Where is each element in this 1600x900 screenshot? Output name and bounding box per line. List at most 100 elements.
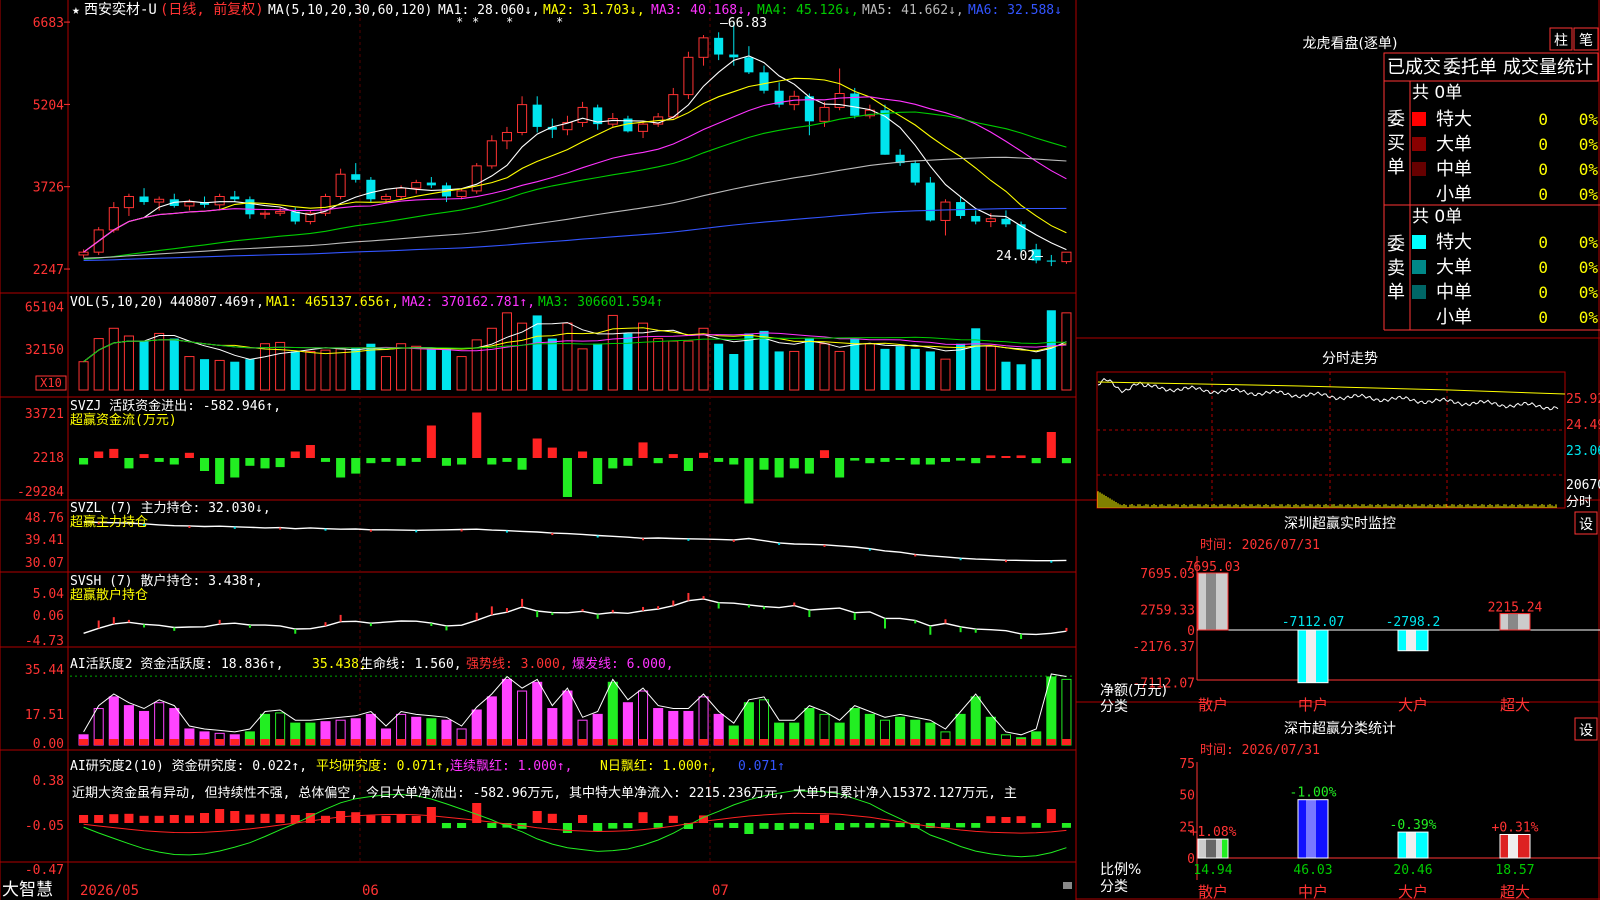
flow-bar xyxy=(759,458,769,470)
life-bar xyxy=(714,739,724,745)
life-bar xyxy=(547,739,557,745)
flow-bar xyxy=(729,458,739,465)
research-bar xyxy=(396,814,406,823)
y-tick: 5.04 xyxy=(33,587,64,602)
research-v2: 平均研究度: 0.071↑, xyxy=(316,758,451,774)
volume-bar-down xyxy=(169,338,179,390)
intraday-title: 分时走势 xyxy=(1322,351,1378,367)
cls-value: 14.94 xyxy=(1193,863,1232,878)
flow-bar xyxy=(623,458,633,466)
flow-bar xyxy=(804,458,814,474)
sz-title: 深圳超赢实时监控 xyxy=(1284,515,1396,532)
volume-bar-down xyxy=(623,333,633,390)
ma-value: MA3: 40.168↓, xyxy=(651,3,753,18)
y-tick: 0.38 xyxy=(33,774,64,789)
life-bar xyxy=(532,739,542,745)
volume-bar-down xyxy=(532,315,542,390)
flow-bar xyxy=(668,454,678,458)
life-bar xyxy=(305,739,315,745)
flow-bar xyxy=(457,458,467,465)
svzl-line xyxy=(83,521,1067,562)
volume-bar-up xyxy=(683,340,694,391)
volume-bar-up xyxy=(411,345,422,391)
flow-bar xyxy=(79,458,89,465)
research-bar xyxy=(1031,823,1041,828)
flow-bar xyxy=(487,458,497,465)
research-bar xyxy=(79,815,89,823)
candle-down xyxy=(366,179,376,200)
candle-up xyxy=(335,173,346,197)
cls-value: 20.46 xyxy=(1393,863,1432,878)
tab-1[interactable]: 委托单 xyxy=(1443,57,1497,78)
activity-bar xyxy=(622,702,633,746)
stock-chart-canvas[interactable]: 6683 5204 3726 2247 —66.83 24.02— ★ 西安奕材-U (日线, … xyxy=(0,0,1600,900)
life-bar xyxy=(940,739,951,745)
intraday-frame xyxy=(1096,371,1566,509)
flow-bar xyxy=(411,458,421,462)
life-bar xyxy=(698,739,709,745)
tick-view-label: 笔 xyxy=(1579,33,1593,49)
flow-bar xyxy=(835,458,845,478)
candle-up xyxy=(275,211,286,214)
flow-bar xyxy=(578,451,588,458)
high-price-label: —66.83 xyxy=(720,16,767,31)
life-bar xyxy=(774,739,784,745)
research-title: AI研究度2(10) 资金研究度: 0.022↑, xyxy=(70,758,307,774)
sz-y-tick: 2759.33 xyxy=(1140,604,1195,619)
volume-bar-up xyxy=(335,348,346,391)
side-label: 买 xyxy=(1387,133,1405,154)
svsh-subtitle: 超赢散户持仓 xyxy=(70,587,148,603)
stock-name: 西安奕材-U xyxy=(84,2,157,18)
star-icon: ★ xyxy=(72,3,80,18)
research-bar xyxy=(850,823,860,828)
sz-ylabel: 净额(万元) xyxy=(1100,683,1167,699)
marker-icon: * xyxy=(506,15,513,29)
life-bar xyxy=(804,739,814,745)
intraday-tick: 分时 xyxy=(1566,495,1592,510)
volume-bar-up xyxy=(123,335,134,391)
research-bar xyxy=(895,823,905,828)
flow-bar xyxy=(336,458,346,478)
sz-xlabel: 分类 xyxy=(1100,699,1128,715)
buy-row-count: 0 xyxy=(1538,160,1548,179)
volume-bar-down xyxy=(139,341,149,390)
y-tick: 0.00 xyxy=(33,737,64,752)
life-bar xyxy=(154,739,164,745)
flow-bar xyxy=(230,458,240,478)
marker-icon: * xyxy=(556,15,563,29)
candle-up xyxy=(501,131,512,142)
legend-swatch xyxy=(1412,285,1426,299)
volume-bar-up xyxy=(668,340,679,391)
activity-bar xyxy=(562,690,573,746)
ma-line xyxy=(83,55,1067,253)
life-bar xyxy=(835,739,845,745)
flow-bar xyxy=(774,458,784,478)
cls-xlabel: 分类 xyxy=(1100,879,1128,895)
life-bar xyxy=(1061,739,1071,745)
vol-ma1: MA1: 465137.656↑, xyxy=(266,295,399,310)
candle-down xyxy=(744,57,754,73)
tab-2[interactable]: 成交量统计 xyxy=(1503,57,1593,78)
research-v4: N日飘红: 1.000↑, xyxy=(600,758,717,774)
sell-row-pct: 0% xyxy=(1579,283,1599,302)
research-bar xyxy=(154,815,164,823)
volume-bar-down xyxy=(774,351,784,390)
volume-bar-down xyxy=(1046,310,1056,390)
flow-bar xyxy=(910,458,920,465)
volume-bar-down xyxy=(426,347,436,390)
y-tick: 48.76 xyxy=(25,511,64,526)
candle-down xyxy=(925,182,935,221)
life-bar xyxy=(895,739,905,745)
research-bar xyxy=(184,815,194,823)
candle-up xyxy=(471,165,482,192)
life-bar xyxy=(124,739,134,745)
research-bar xyxy=(199,813,210,823)
volume-bar-up xyxy=(396,343,407,391)
flow-bar xyxy=(789,458,799,469)
research-bar xyxy=(562,823,572,833)
research-bar xyxy=(169,815,179,823)
candle-down xyxy=(139,196,149,203)
tab-0[interactable]: 已成交 xyxy=(1387,57,1441,78)
volume-bar-down xyxy=(1016,364,1026,390)
flow-bar xyxy=(698,452,709,458)
